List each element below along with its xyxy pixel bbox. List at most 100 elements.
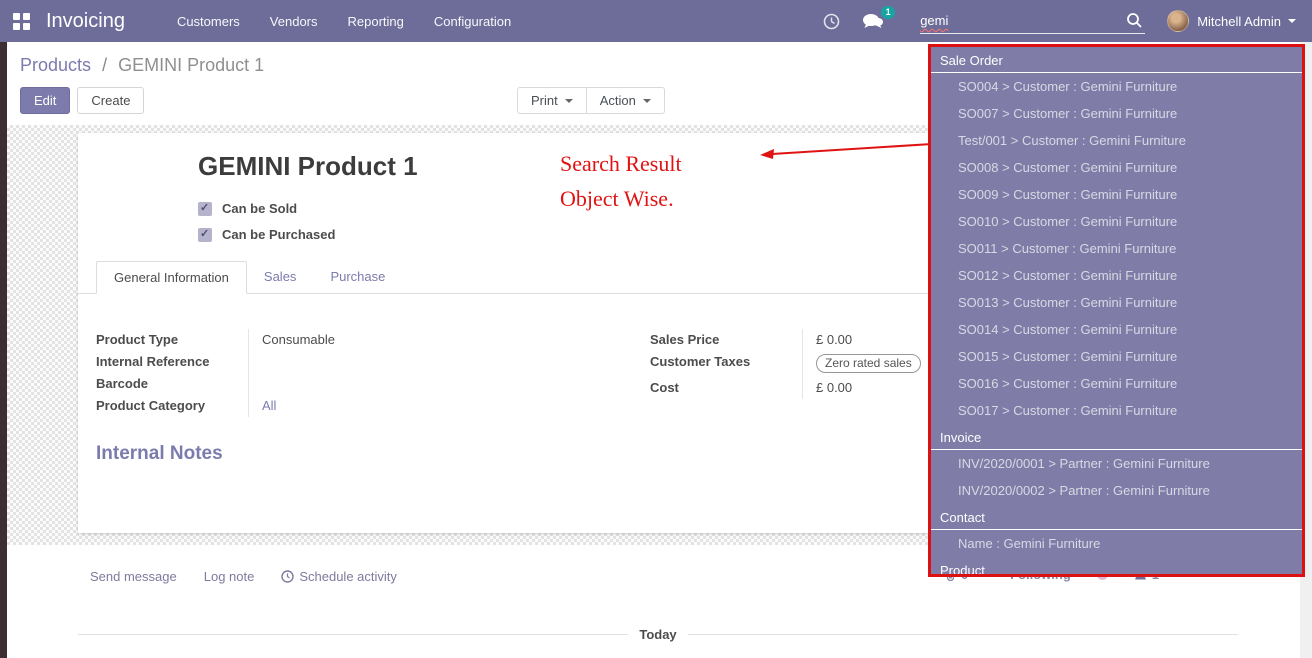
activity-clock-icon[interactable] [823,13,840,30]
checkbox-label: Can be Purchased [222,227,335,242]
internal-notes-heading: Internal Notes [96,443,223,465]
nav-menu: Customers Vendors Reporting Configuration [177,14,511,29]
breadcrumb-current: GEMINI Product 1 [118,55,264,75]
dropdown-result-item[interactable]: SO015 > Customer : Gemini Furniture [931,343,1302,370]
today-label: Today [639,627,676,642]
action-dropdown-button[interactable]: Action [587,87,665,114]
annotation-arrow [756,138,938,164]
search-input[interactable]: gemi [920,8,1145,34]
tab-sales[interactable]: Sales [247,261,314,293]
user-menu[interactable]: Mitchell Admin [1167,10,1312,32]
field-row: Sales Price£ 0.00 [650,329,960,351]
checkbox-row: Can be Sold [198,201,335,216]
tab-general-information[interactable]: General Information [96,261,247,294]
dropdown-result-item[interactable]: Test/001 > Customer : Gemini Furniture [931,127,1302,154]
nav-menu-customers[interactable]: Customers [177,14,240,29]
checkbox-row: Can be Purchased [198,227,335,242]
tab-purchase[interactable]: Purchase [313,261,402,293]
dropdown-result-item[interactable]: SO008 > Customer : Gemini Furniture [931,154,1302,181]
print-label: Print [531,93,558,108]
dropdown-result-item[interactable]: SO012 > Customer : Gemini Furniture [931,262,1302,289]
top-navbar: Invoicing Customers Vendors Reporting Confi… [0,0,1312,42]
dropdown-result-item[interactable]: SO013 > Customer : Gemini Furniture [931,289,1302,316]
print-action-group: Print Action [517,87,665,114]
field-label: Cost [650,377,802,399]
field-row: Customer Taxes Zero rated sales [650,351,960,377]
dropdown-result-item[interactable]: SO007 > Customer : Gemini Furniture [931,100,1302,127]
dropdown-result-item[interactable]: SO016 > Customer : Gemini Furniture [931,370,1302,397]
chevron-down-icon [643,99,651,103]
chevron-down-icon [1288,19,1296,23]
apps-menu-icon[interactable] [13,13,30,30]
breadcrumb-separator: / [102,55,107,75]
schedule-activity-button[interactable]: Schedule activity [281,569,397,584]
nav-menu-reporting[interactable]: Reporting [348,14,404,29]
dropdown-section-contact: Contact [931,504,1302,530]
field-label: Barcode [96,373,248,395]
field-row: Product CategoryAll [96,395,526,417]
field-row: Barcode [96,373,526,395]
annotation-line1: Search Result [560,146,682,181]
dropdown-section-sale-order: Sale Order [931,47,1302,73]
dropdown-result-item[interactable]: SO017 > Customer : Gemini Furniture [931,397,1302,424]
checkbox-checked-icon[interactable] [198,228,212,242]
user-name: Mitchell Admin [1197,14,1281,29]
clock-icon [281,570,294,583]
field-row: Internal Reference [96,351,526,373]
fields-right-column: Sales Price£ 0.00Customer Taxes Zero rate… [650,329,960,399]
dropdown-result-item[interactable]: INV/2020/0002 > Partner : Gemini Furnitu… [931,477,1302,504]
tax-badge[interactable]: Zero rated sales [816,354,921,373]
annotation-line2: Object Wise. [560,181,682,216]
left-edge-strip [0,42,7,658]
annotation-text: Search Result Object Wise. [560,146,682,216]
breadcrumb: Products / GEMINI Product 1 [20,55,264,76]
dropdown-section-product: Product [931,557,1302,577]
field-label: Sales Price [650,329,802,351]
action-label: Action [600,93,636,108]
dropdown-result-item[interactable]: Name : Gemini Furniture [931,530,1302,557]
search-query-text: gemi [920,13,948,28]
field-value: Consumable [248,329,526,351]
dropdown-section-invoice: Invoice [931,424,1302,450]
edit-button[interactable]: Edit [20,87,70,114]
create-button[interactable]: Create [77,87,144,114]
log-note-button[interactable]: Log note [204,569,255,584]
print-dropdown-button[interactable]: Print [517,87,587,114]
schedule-activity-label: Schedule activity [299,569,397,584]
app-title[interactable]: Invoicing [46,10,125,33]
user-avatar [1167,10,1189,32]
dropdown-result-item[interactable]: SO009 > Customer : Gemini Furniture [931,181,1302,208]
product-flags: Can be Sold Can be Purchased [198,201,335,242]
field-label: Product Category [96,395,248,417]
send-message-button[interactable]: Send message [90,569,177,584]
dropdown-result-item[interactable]: SO010 > Customer : Gemini Furniture [931,208,1302,235]
field-value[interactable]: All [248,395,526,417]
checkbox-label: Can be Sold [222,201,297,216]
field-row: Product TypeConsumable [96,329,526,351]
nav-menu-vendors[interactable]: Vendors [270,14,318,29]
checkbox-checked-icon[interactable] [198,202,212,216]
nav-menu-configuration[interactable]: Configuration [434,14,511,29]
field-label: Internal Reference [96,351,248,373]
search-icon [1126,12,1143,29]
product-title: GEMINI Product 1 [198,151,418,182]
today-divider: Today [78,627,1238,642]
fields-left-column: Product TypeConsumableInternal Reference… [96,329,526,417]
chatter-actions: Send message Log note Schedule activity [90,569,397,584]
dropdown-result-item[interactable]: SO004 > Customer : Gemini Furniture [931,73,1302,100]
chevron-down-icon [565,99,573,103]
field-row: Cost£ 0.00 [650,377,960,399]
message-count-badge: 1 [881,6,895,19]
control-buttons: Edit Create [20,87,144,114]
field-value [248,351,526,373]
dropdown-result-item[interactable]: INV/2020/0001 > Partner : Gemini Furnitu… [931,450,1302,477]
field-value [248,373,526,395]
breadcrumb-products-link[interactable]: Products [20,55,91,75]
messages-icon[interactable]: 1 [862,13,884,30]
field-label: Product Type [96,329,248,351]
systray: 1 gemi Mitchell Admin [823,8,1312,34]
dropdown-result-item[interactable]: SO011 > Customer : Gemini Furniture [931,235,1302,262]
field-label: Customer Taxes [650,351,802,377]
search-results-dropdown: Sale OrderSO004 > Customer : Gemini Furn… [928,44,1305,577]
dropdown-result-item[interactable]: SO014 > Customer : Gemini Furniture [931,316,1302,343]
